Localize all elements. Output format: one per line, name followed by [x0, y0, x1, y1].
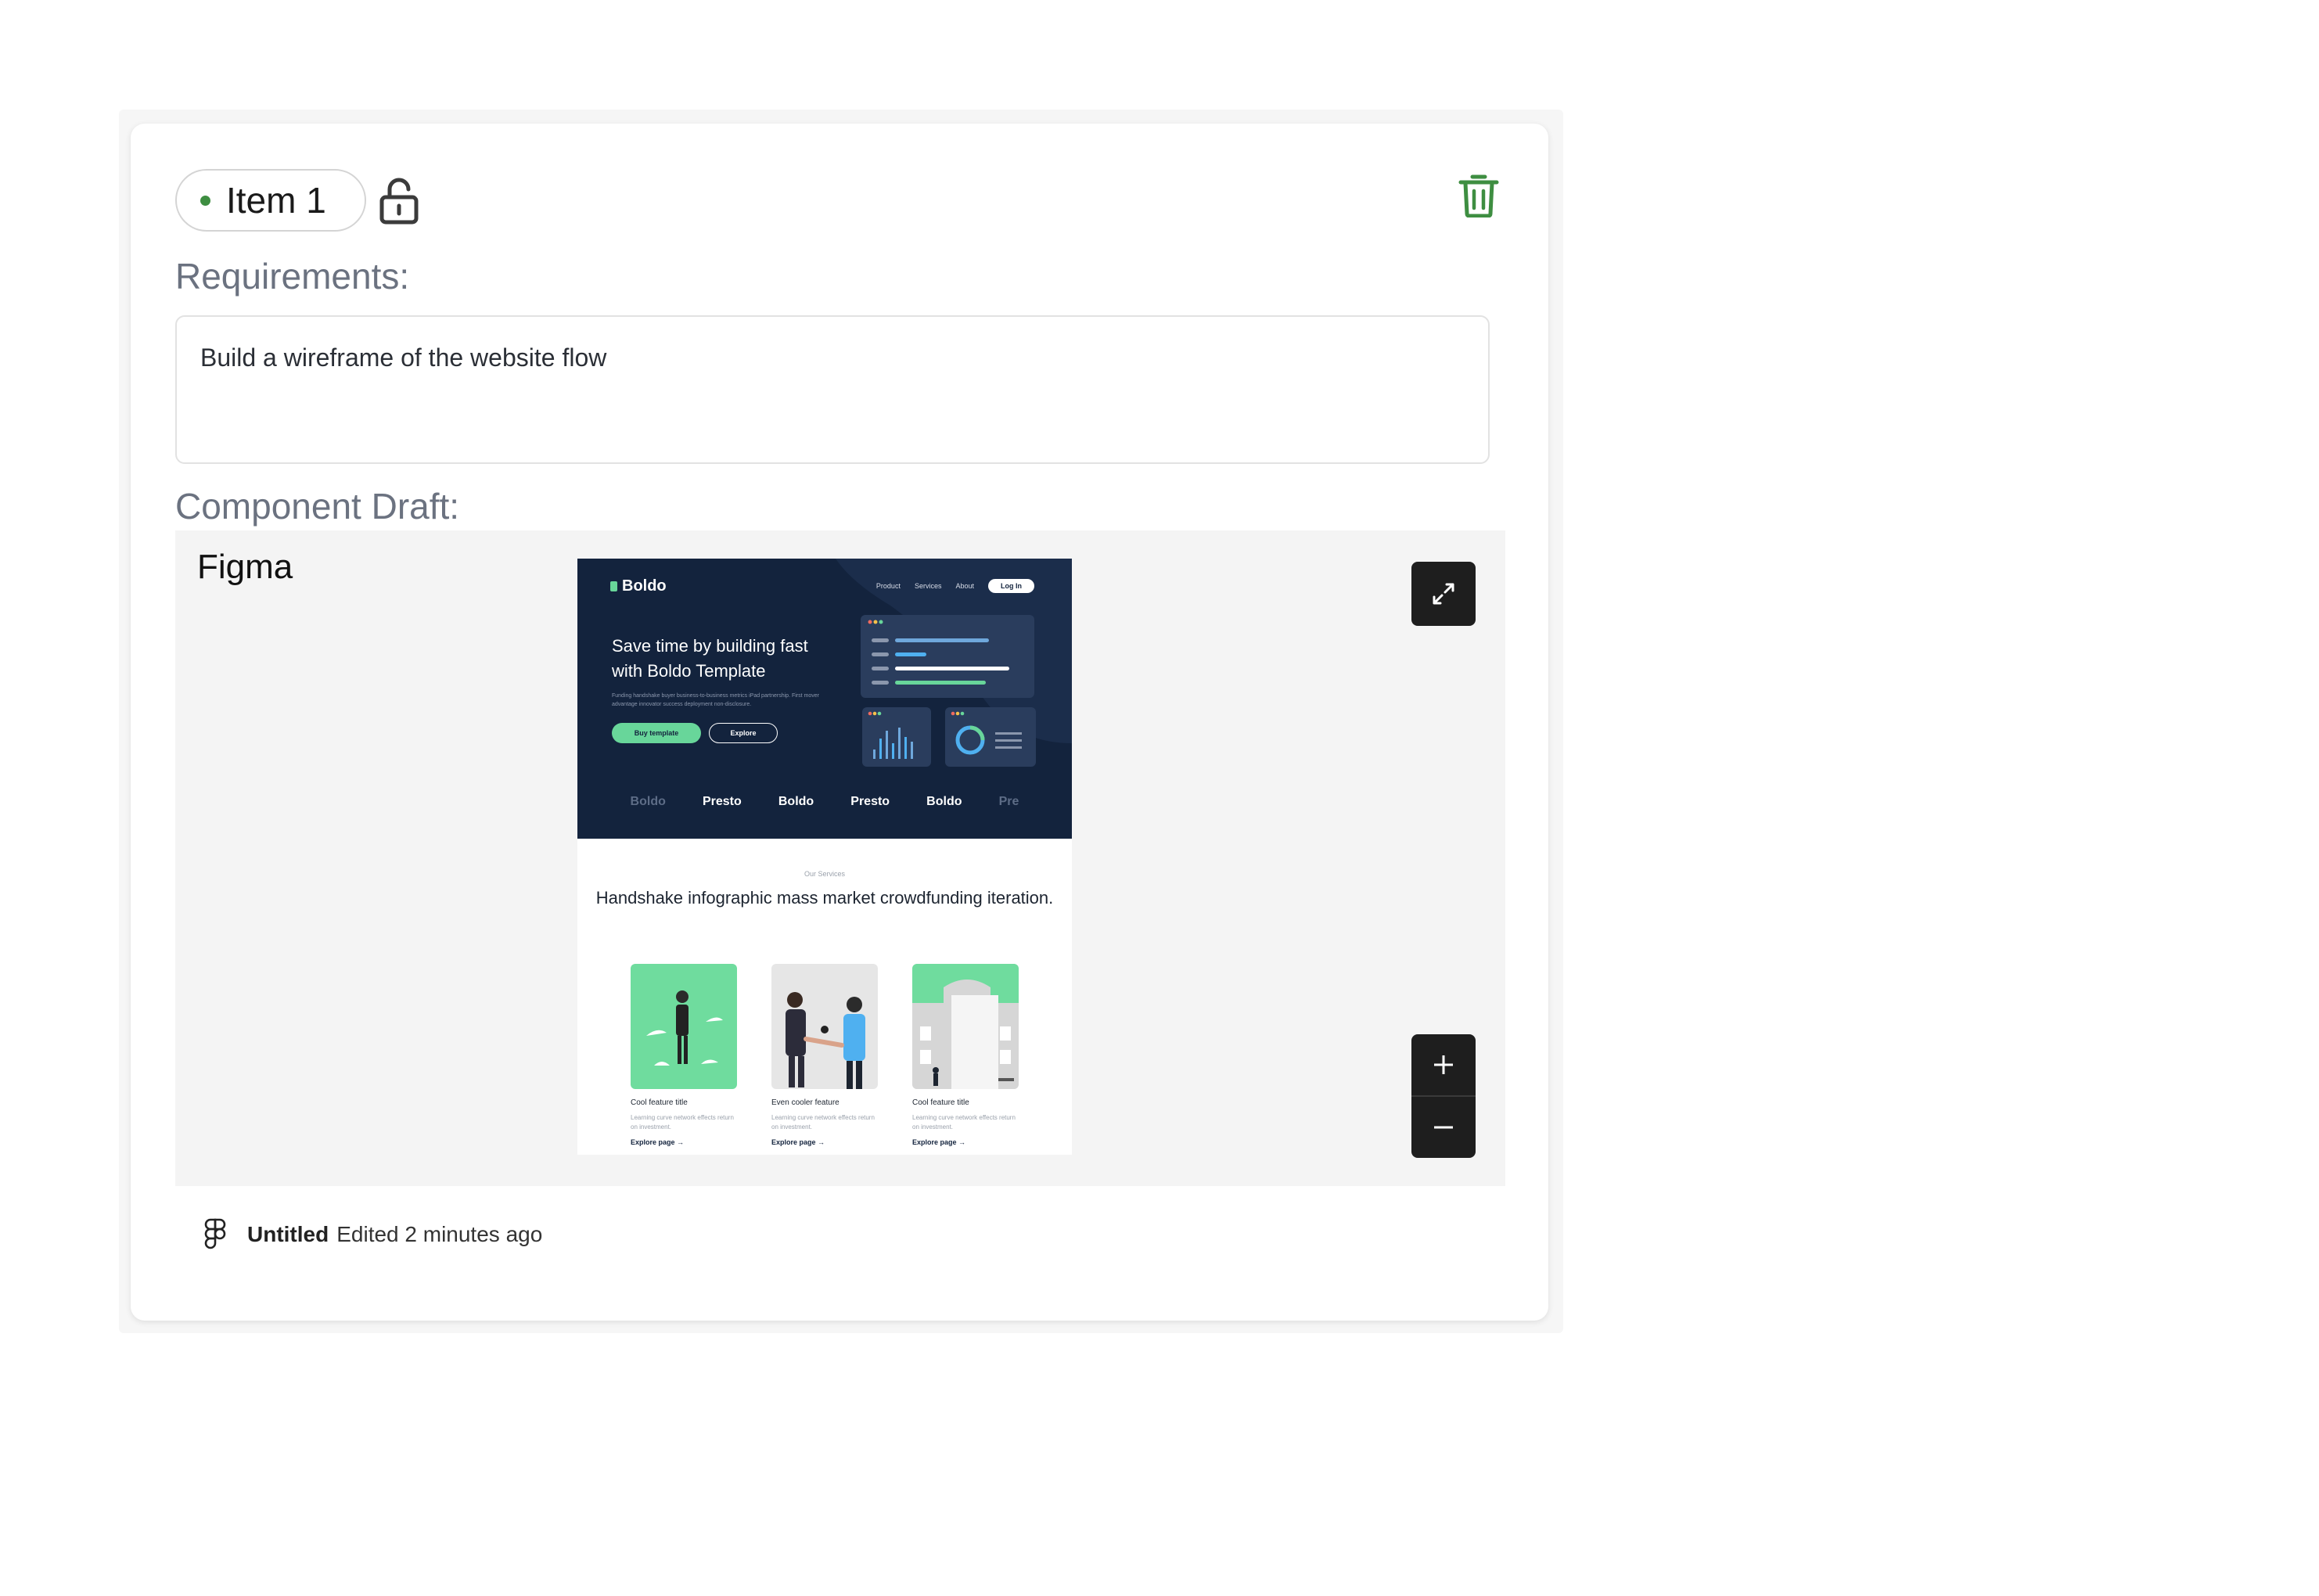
dashboard-donut-widget: [945, 707, 1036, 767]
preview-nav: Product Services About Log In: [876, 579, 1034, 593]
services-title: Handshake infographic mass market crowdf…: [595, 888, 1054, 908]
trash-icon[interactable]: [1458, 172, 1499, 217]
nav-about: About: [955, 582, 974, 590]
item-label: Item 1: [226, 180, 326, 221]
component-draft-label: Component Draft:: [175, 486, 460, 527]
feature-card: Cool feature title Learning curve networ…: [912, 964, 1019, 1146]
feature-illustration: [912, 964, 1019, 1089]
feature-title: Cool feature title: [631, 1098, 688, 1107]
services-kicker: Our Services: [804, 870, 845, 878]
feature-description: Learning curve network effects return on…: [631, 1114, 734, 1130]
dashboard-progress-widget: [861, 615, 1034, 698]
logo-boldo: Boldo: [630, 795, 666, 808]
status-dot: [200, 195, 210, 206]
feature-link: Explore page →: [912, 1138, 966, 1146]
buy-template-button: Buy template: [612, 723, 701, 743]
preview-logo-strip: Boldo Presto Boldo Presto Boldo Pre: [577, 795, 1072, 809]
logo-presto: Presto: [702, 795, 742, 808]
logo-boldo: Boldo: [926, 795, 962, 808]
logo-presto: Presto: [850, 795, 890, 808]
feature-title: Even cooler feature: [771, 1098, 840, 1107]
feature-card: Even cooler feature Learning curve netwo…: [771, 964, 878, 1146]
preview-hero: Boldo Product Services About Log In Save…: [577, 559, 1072, 839]
zoom-in-button[interactable]: [1411, 1034, 1476, 1095]
nav-product: Product: [875, 582, 901, 590]
brand-logo-icon: [610, 581, 617, 591]
requirements-label: Requirements:: [175, 256, 410, 297]
item-pill[interactable]: Item 1: [175, 169, 366, 232]
figma-embed-title: Figma: [197, 548, 293, 586]
zoom-out-button[interactable]: [1411, 1097, 1476, 1158]
feature-link: Explore page →: [631, 1138, 685, 1146]
hero-subtitle: Funding handshake buyer business-to-busi…: [612, 693, 819, 707]
zoom-controls: [1411, 1034, 1476, 1158]
feature-description: Learning curve network effects return on…: [912, 1114, 1016, 1130]
explore-button: Explore: [709, 723, 778, 743]
preview-brand: Boldo: [610, 577, 667, 595]
logo-presto: Pre: [998, 795, 1019, 808]
feature-card: Cool feature title Learning curve networ…: [631, 964, 737, 1146]
dashboard-bar-widget: [862, 707, 931, 767]
nav-services: Services: [914, 582, 942, 590]
minus-icon: [1434, 1126, 1453, 1129]
logo-boldo: Boldo: [778, 795, 814, 808]
feature-illustration: [631, 964, 737, 1089]
unlock-icon[interactable]: [377, 177, 421, 225]
design-preview[interactable]: Boldo Product Services About Log In Save…: [577, 559, 1072, 1155]
plus-icon: [1434, 1055, 1453, 1074]
feature-link: Explore page →: [771, 1138, 825, 1146]
figma-logo-icon: [204, 1218, 226, 1249]
nav-login: Log In: [988, 579, 1034, 593]
requirements-input[interactable]: Build a wireframe of the website flow: [175, 315, 1490, 464]
figma-file-name[interactable]: Untitled: [247, 1222, 329, 1247]
figma-embed[interactable]: Figma Boldo Product Services About Log I…: [175, 530, 1505, 1186]
feature-illustration: [771, 964, 878, 1089]
expand-button[interactable]: [1411, 562, 1476, 626]
expand-icon: [1433, 583, 1454, 605]
figma-edited-time: Edited 2 minutes ago: [336, 1222, 543, 1246]
feature-title: Cool feature title: [912, 1098, 969, 1107]
hero-title: Save time by building fast with Boldo Te…: [612, 636, 808, 681]
feature-description: Learning curve network effects return on…: [771, 1114, 875, 1130]
figma-file-info: Untitled Edited 2 minutes ago: [202, 1217, 542, 1252]
